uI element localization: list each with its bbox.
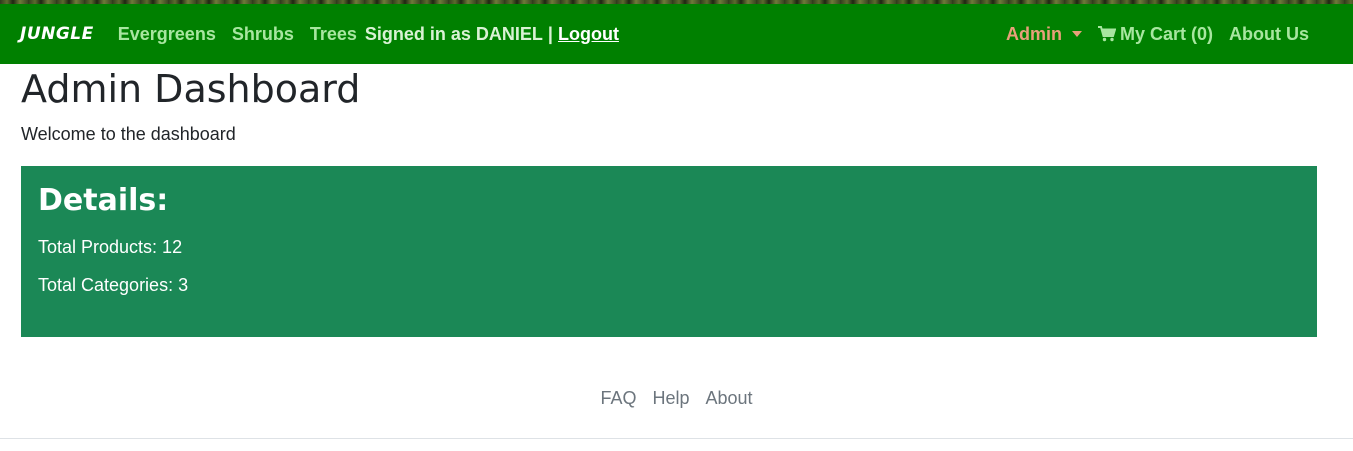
- admin-label: Admin: [1005, 23, 1062, 44]
- shopping-cart-icon: [1097, 26, 1116, 42]
- main-navbar: JUNGLE Evergreens Shrubs Trees Signed in…: [0, 4, 1353, 64]
- cart-label: My Cart (0): [1119, 23, 1213, 44]
- details-card: Details: Total Products: 12 Total Catego…: [21, 166, 1317, 337]
- welcome-text: Welcome to the dashboard: [21, 124, 236, 144]
- nav-link-trees[interactable]: Trees: [310, 24, 357, 45]
- nav-link-shrubs[interactable]: Shrubs: [232, 24, 294, 45]
- total-products: Total Products: 12: [38, 237, 183, 257]
- signed-in-text: Signed in as DANIEL: [364, 23, 543, 44]
- nav-right-group: Admin My Cart (0) About Us: [1006, 4, 1309, 64]
- nav-link-about-us[interactable]: About Us: [1229, 24, 1309, 45]
- page-title: Admin Dashboard: [21, 67, 361, 111]
- footer-divider: [0, 438, 1353, 439]
- details-heading: Details:: [38, 183, 169, 218]
- signed-in-status: Signed in as DANIEL | Logout: [365, 24, 619, 45]
- footer-link-help[interactable]: Help: [652, 388, 689, 409]
- logout-link[interactable]: Logout: [558, 24, 619, 44]
- footer-links: FAQ Help About: [0, 388, 1353, 409]
- total-categories: Total Categories: 3: [38, 275, 189, 295]
- brand-logo[interactable]: JUNGLE: [20, 24, 94, 44]
- nav-link-evergreens[interactable]: Evergreens: [118, 24, 216, 45]
- footer-link-faq[interactable]: FAQ: [600, 388, 636, 409]
- caret-down-icon: [1071, 31, 1082, 37]
- admin-dropdown-toggle[interactable]: Admin: [1006, 24, 1082, 45]
- cart-link[interactable]: My Cart (0): [1097, 23, 1213, 45]
- separator: |: [547, 23, 553, 44]
- footer-link-about[interactable]: About: [706, 388, 753, 409]
